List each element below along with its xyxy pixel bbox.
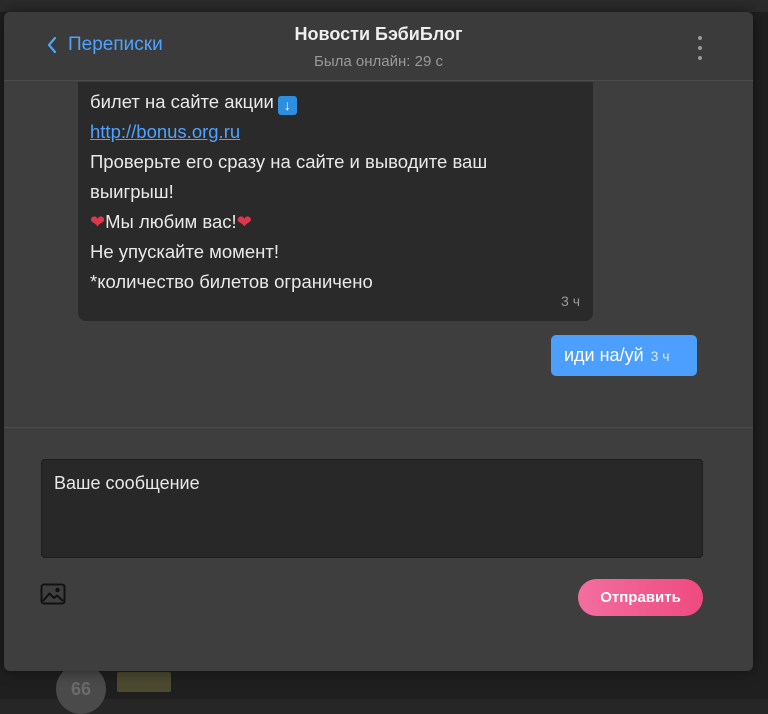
message-line-text: билет на сайте акции <box>90 91 274 112</box>
message-line: ❤Мы любим вас!❤ <box>90 207 570 237</box>
message-list[interactable]: билет на сайте акции ↓ http://bonus.org.r… <box>4 82 753 427</box>
message-input[interactable] <box>41 459 703 558</box>
more-dot <box>698 36 702 40</box>
incoming-message: билет на сайте акции ↓ http://bonus.org.r… <box>78 82 593 321</box>
background-badge <box>117 672 171 692</box>
incoming-message-text: билет на сайте акции ↓ http://bonus.org.r… <box>90 87 570 297</box>
chat-header: Переписки Новости БэбиБлог Была онлайн: … <box>4 12 753 81</box>
incoming-message-time: 3 ч <box>561 293 580 309</box>
more-dot <box>698 56 702 60</box>
message-line: выигрыш! <box>90 181 174 202</box>
more-vertical-icon[interactable] <box>692 36 708 60</box>
attach-image-icon[interactable] <box>40 583 66 610</box>
background-top-strip <box>0 0 768 12</box>
background-avatar: 66 <box>56 664 106 714</box>
message-line: http://bonus.org.ru <box>90 117 570 147</box>
message-link[interactable]: http://bonus.org.ru <box>90 121 240 142</box>
composer-divider <box>4 427 753 428</box>
chat-title: Новости БэбиБлог <box>294 24 463 44</box>
outgoing-message-time: 3 ч <box>650 347 670 364</box>
more-dot <box>698 46 702 50</box>
message-line: билет на сайте акции ↓ <box>90 87 570 117</box>
arrow-down-emoji-icon: ↓ <box>277 96 297 115</box>
outgoing-message: иди на/уй 3 ч <box>551 335 697 376</box>
message-line: Не упускайте момент! <box>90 241 280 262</box>
chat-status: Была онлайн: 29 с <box>314 53 443 70</box>
message-line: *количество билетов ограничено <box>90 271 373 292</box>
outgoing-message-text: иди на/уй <box>564 345 644 365</box>
heart-emoji-icon: ❤ <box>90 212 106 232</box>
message-line-text: Мы любим вас! <box>105 211 237 232</box>
chat-title-block: Новости БэбиБлог Была онлайн: 29 с <box>4 24 753 70</box>
message-line: Проверьте его сразу на сайте и выводите … <box>90 151 488 172</box>
chat-modal: Переписки Новости БэбиБлог Была онлайн: … <box>4 12 753 671</box>
send-button[interactable]: Отправить <box>578 579 703 616</box>
heart-emoji-icon: ❤ <box>236 212 252 232</box>
